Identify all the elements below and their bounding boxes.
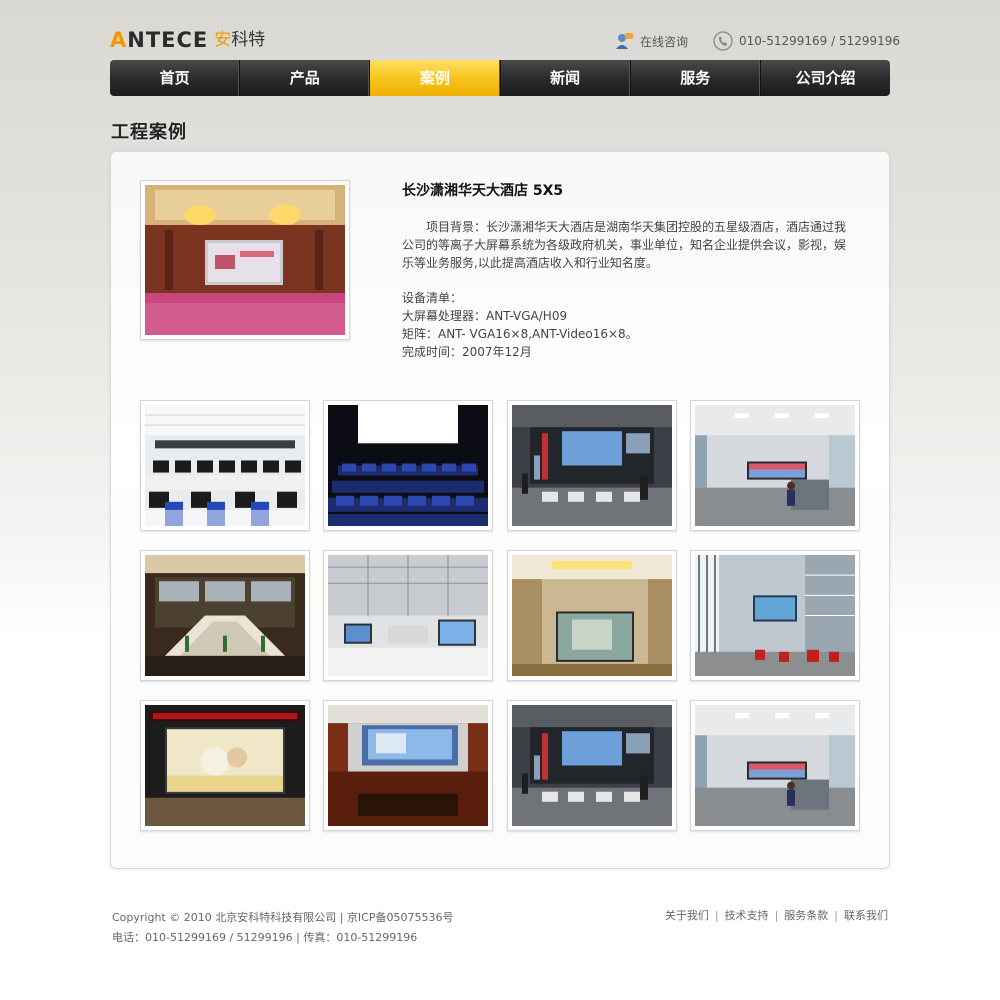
project-description: 项目背景：长沙潇湘华天大酒店是湖南华天集团控股的五星级酒店，酒店通过我公司的等离…: [402, 220, 847, 270]
gallery-photo[interactable]: [690, 550, 860, 681]
footer-link-terms[interactable]: 服务条款: [784, 908, 828, 924]
footer-separator: |: [774, 909, 779, 922]
monitoring-hall-image: [695, 705, 855, 826]
footer-links: 关于我们 | 技术支持 | 服务条款 | 联系我们: [665, 908, 888, 924]
logo-wordmark: ANTECE: [110, 28, 209, 52]
equipment-heading: 设备清单：: [402, 291, 463, 305]
gallery-photo[interactable]: [507, 400, 677, 531]
footer-link-about[interactable]: 关于我们: [665, 908, 709, 924]
nav-item-home[interactable]: 首页: [110, 60, 241, 96]
equipment-processor: 大屏幕处理器：ANT-VGA/H09: [402, 309, 568, 323]
meeting-video-wall-image: [328, 705, 488, 826]
nav-item-cases[interactable]: 案例: [370, 60, 501, 96]
footer-contact: 电话：010-51299169 / 51299196 | 传真：010-5129…: [112, 931, 418, 944]
equipment-matrix: 矩阵：ANT- VGA16×8,ANT-Video16×8。: [402, 327, 638, 341]
control-room-image: [512, 405, 672, 526]
footer-copyright: Copyright © 2010 北京安科特科技有限公司 | 京ICP备0507…: [112, 911, 454, 924]
footer-link-tech-support[interactable]: 技术支持: [725, 908, 769, 924]
online-consult-label: 在线咨询: [640, 34, 689, 49]
gallery-photo[interactable]: [323, 700, 493, 831]
monitoring-hall-image: [695, 405, 855, 526]
video-wall-lobby-image: [512, 555, 672, 676]
gallery-photo[interactable]: [507, 550, 677, 681]
auditorium-seats-image: [328, 405, 488, 526]
footer-info: Copyright © 2010 北京安科特科技有限公司 | 京ICP备0507…: [112, 908, 453, 948]
exhibition-hall-image: [328, 555, 488, 676]
logo[interactable]: ANTECE 安科特: [110, 28, 265, 52]
gallery-photo[interactable]: [140, 550, 310, 681]
footer-separator: |: [714, 909, 719, 922]
project-title: 长沙潇湘华天大酒店 5X5: [402, 183, 564, 199]
gallery-photo[interactable]: [507, 700, 677, 831]
hotel-ballroom-image: [145, 185, 345, 335]
equipment-completion-date: 完成时间：2007年12月: [402, 345, 532, 359]
phone-icon: [713, 31, 733, 51]
nav-item-about[interactable]: 公司介绍: [761, 60, 890, 96]
nav-item-news[interactable]: 新闻: [501, 60, 631, 96]
control-center-image: [695, 555, 855, 676]
chat-person-icon: [614, 31, 634, 51]
conference-room-image: [145, 555, 305, 676]
main-nav: 首页 产品 案例 新闻 服务 公司介绍: [110, 60, 890, 96]
equipment-list: 设备清单： 大屏幕处理器：ANT-VGA/H09 矩阵：ANT- VGA16×8…: [402, 289, 638, 361]
gallery-photo[interactable]: [323, 550, 493, 681]
control-room-image: [512, 705, 672, 826]
gallery-photo[interactable]: [140, 400, 310, 531]
footer-separator: |: [834, 909, 838, 922]
logo-chinese-name: 安科特: [214, 30, 266, 50]
gallery-photo[interactable]: [140, 700, 310, 831]
banner-video-wall-image: [145, 705, 305, 826]
project-main-photo[interactable]: [140, 180, 350, 340]
nav-item-service[interactable]: 服务: [631, 60, 761, 96]
phone-info: 010-51299169 / 51299196: [713, 30, 900, 52]
nav-item-products[interactable]: 产品: [240, 60, 371, 96]
online-consult-link[interactable]: 在线咨询: [614, 30, 688, 52]
page-title: 工程案例: [111, 122, 187, 143]
phone-number: 010-51299169 / 51299196: [739, 34, 901, 48]
gallery-photo[interactable]: [690, 400, 860, 531]
computer-classroom-image: [145, 405, 305, 526]
footer-link-contact[interactable]: 联系我们: [844, 908, 888, 924]
gallery-photo[interactable]: [323, 400, 493, 531]
gallery-photo[interactable]: [690, 700, 860, 831]
